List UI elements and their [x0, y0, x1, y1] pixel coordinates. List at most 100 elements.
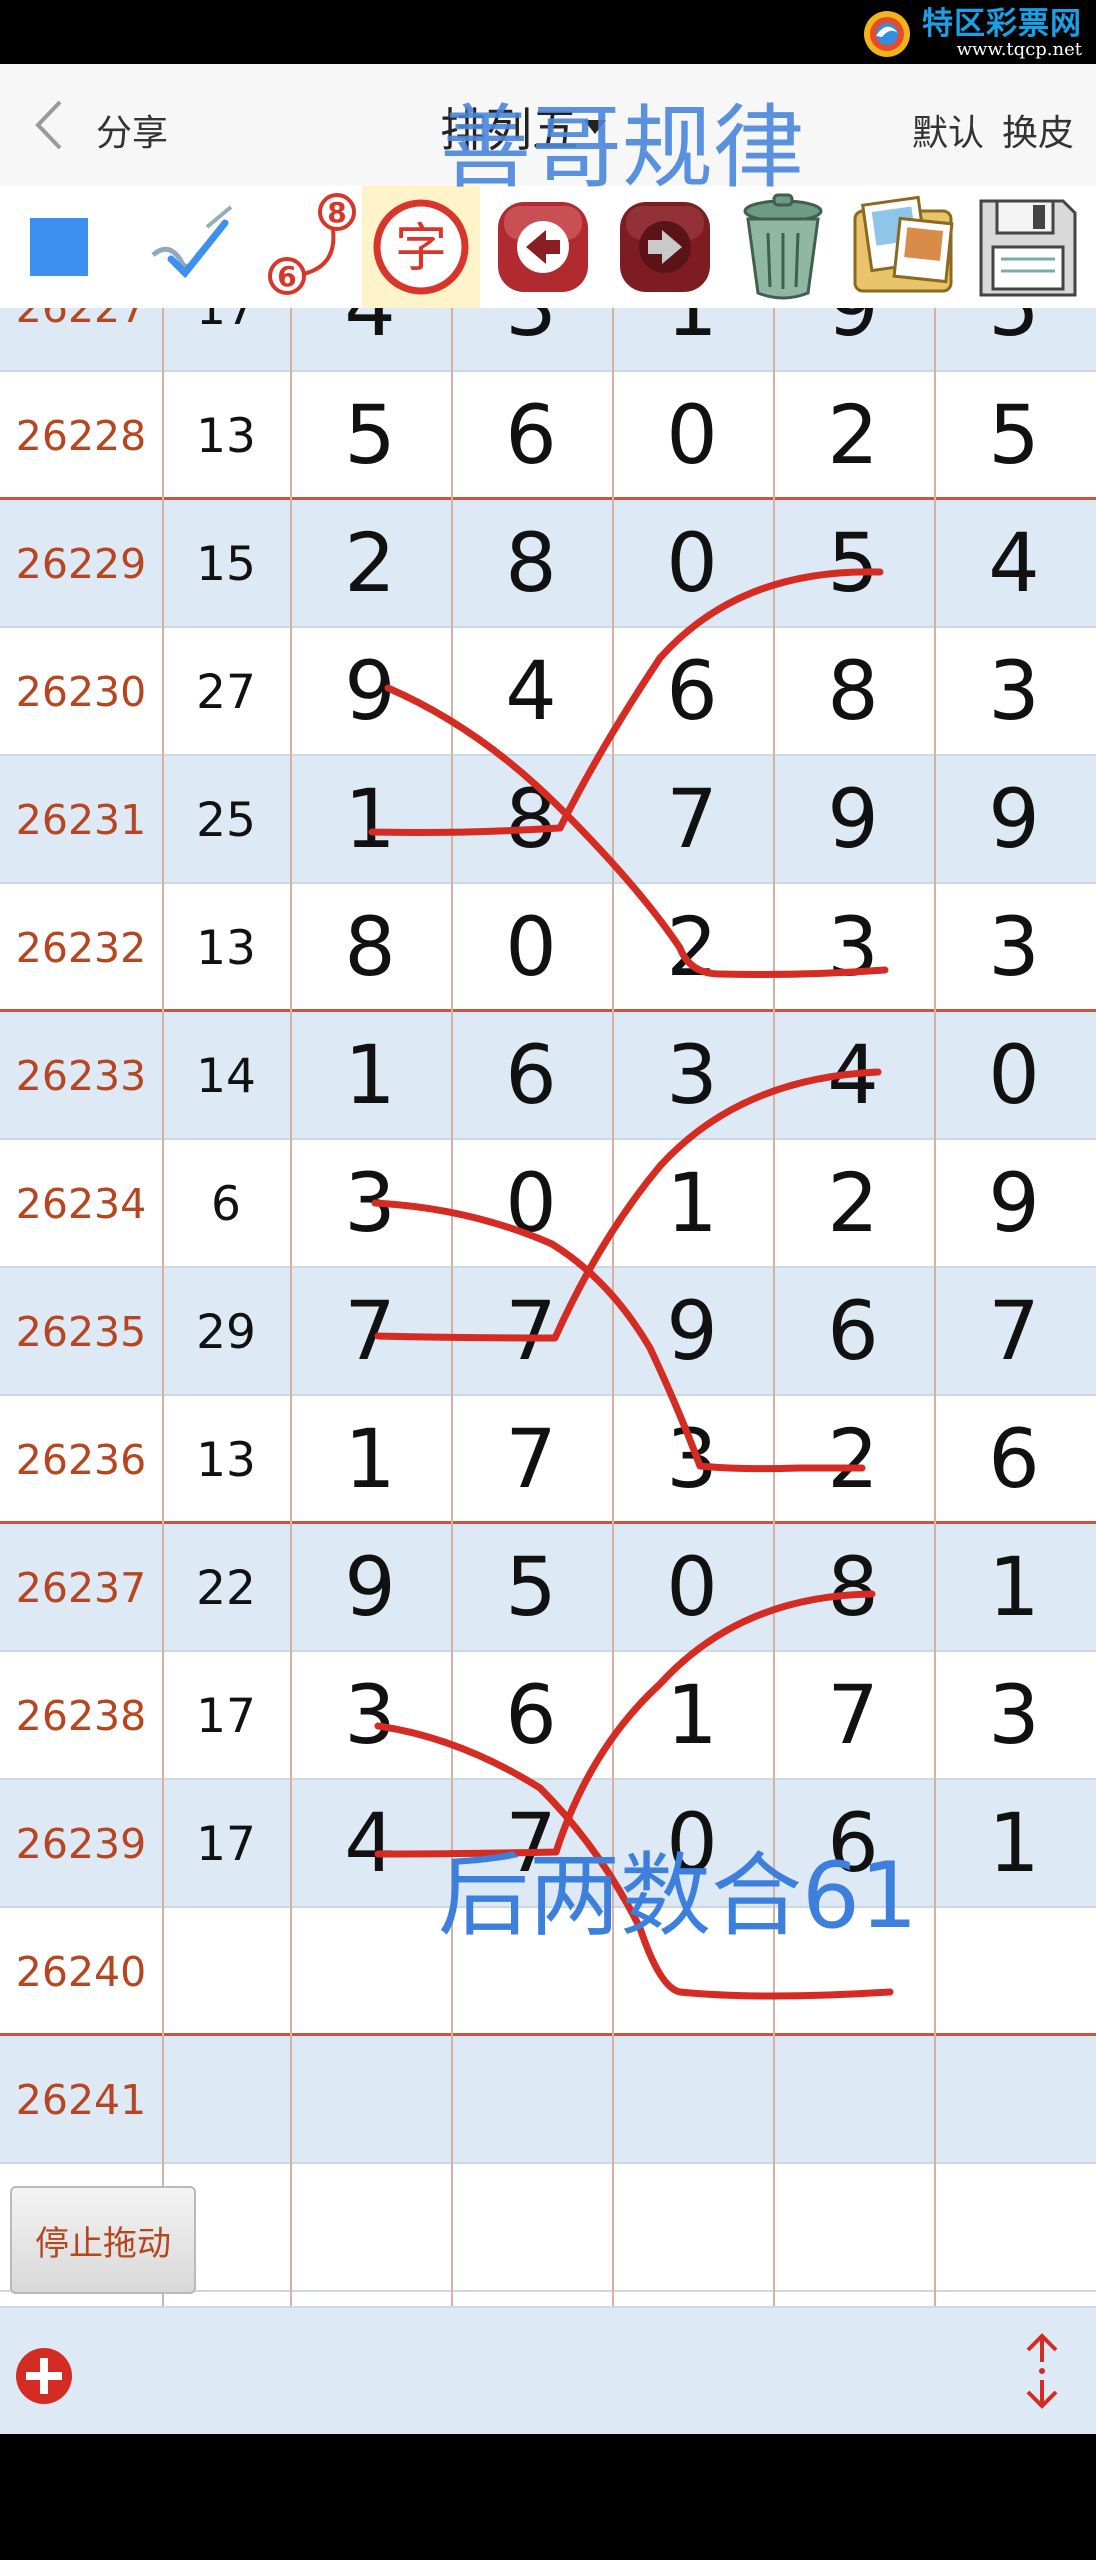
digit-cell[interactable]: [290, 1908, 450, 2036]
digit-cell[interactable]: 1: [290, 1396, 450, 1524]
digit-cell[interactable]: 0: [612, 500, 772, 628]
digit-cell[interactable]: 3: [934, 884, 1094, 1012]
table-row[interactable]: 26233 14 1 6 3 4 0: [0, 1012, 1096, 1140]
table-row[interactable]: 26229 15 2 8 0 5 4: [0, 500, 1096, 628]
digit-cell[interactable]: 2: [773, 1396, 933, 1524]
table-row[interactable]: 26231 25 1 8 7 9 9: [0, 756, 1096, 884]
table-row[interactable]: 26241: [0, 2036, 1096, 2164]
pen-tool-button[interactable]: [132, 186, 250, 308]
digit-cell[interactable]: 9: [290, 628, 450, 756]
digit-cell[interactable]: 4: [934, 500, 1094, 628]
digit-cell[interactable]: 6: [451, 1012, 611, 1140]
digit-cell[interactable]: 0: [451, 884, 611, 1012]
digit-cell[interactable]: 9: [934, 756, 1094, 884]
table-row[interactable]: 26236 13 1 7 3 2 6: [0, 1396, 1096, 1525]
digit-cell[interactable]: 5: [290, 372, 450, 500]
digit-cell[interactable]: 9: [773, 308, 933, 372]
table-row[interactable]: 26235 29 7 7 9 6 7: [0, 1268, 1096, 1396]
digit-cell[interactable]: 9: [290, 1524, 450, 1652]
back-chevron-icon[interactable]: [30, 98, 70, 152]
digit-cell[interactable]: 3: [934, 1652, 1094, 1780]
digit-cell[interactable]: 4: [290, 308, 450, 372]
change-skin-button[interactable]: 换皮: [1002, 104, 1074, 156]
color-picker-button[interactable]: [0, 186, 118, 308]
digit-cell[interactable]: 3: [451, 308, 611, 372]
digit-cell[interactable]: 2: [773, 1140, 933, 1268]
digit-cell[interactable]: 5: [451, 1524, 611, 1652]
digit-cell[interactable]: 6: [612, 628, 772, 756]
digit-cell[interactable]: 1: [290, 756, 450, 884]
digit-cell[interactable]: 3: [290, 1652, 450, 1780]
digit-cell[interactable]: 9: [934, 1140, 1094, 1268]
digit-cell[interactable]: 0: [612, 1524, 772, 1652]
digit-cell[interactable]: [451, 2036, 611, 2164]
digit-cell[interactable]: 3: [934, 628, 1094, 756]
swap-vertical-icon[interactable]: [1016, 2328, 1068, 2414]
digit-cell[interactable]: 1: [934, 1524, 1094, 1652]
digit-cell[interactable]: 1: [612, 308, 772, 372]
digit-cell[interactable]: [773, 2036, 933, 2164]
digit-cell[interactable]: 2: [612, 884, 772, 1012]
digit-cell[interactable]: 1: [612, 1140, 772, 1268]
digit-cell[interactable]: [612, 2036, 772, 2164]
digit-cell[interactable]: [773, 2164, 933, 2292]
digit-cell[interactable]: 6: [451, 372, 611, 500]
digit-cell[interactable]: 5: [934, 372, 1094, 500]
digit-cell[interactable]: 0: [612, 372, 772, 500]
digit-cell[interactable]: 0: [451, 1140, 611, 1268]
digit-cell[interactable]: 8: [451, 756, 611, 884]
digit-cell[interactable]: 3: [773, 884, 933, 1012]
digit-cell[interactable]: 8: [773, 628, 933, 756]
digit-cell[interactable]: 1: [290, 1012, 450, 1140]
digit-cell[interactable]: 3: [612, 1012, 772, 1140]
stop-drag-button[interactable]: 停止拖动: [10, 2186, 196, 2294]
digit-cell[interactable]: [934, 1908, 1094, 2036]
digit-cell[interactable]: 8: [290, 884, 450, 1012]
digit-cell[interactable]: 1: [934, 1780, 1094, 1908]
table-row[interactable]: 26227 17 4 3 1 9 5: [0, 308, 1096, 372]
digit-cell[interactable]: 4: [451, 628, 611, 756]
table-row[interactable]: 26232 13 8 0 2 3 3: [0, 884, 1096, 1013]
digit-cell[interactable]: 7: [934, 1268, 1094, 1396]
digit-cell[interactable]: 6: [773, 1268, 933, 1396]
digit-cell[interactable]: 3: [612, 1396, 772, 1524]
default-button[interactable]: 默认: [912, 104, 984, 156]
digit-cell[interactable]: 5: [934, 308, 1094, 372]
digit-cell[interactable]: 2: [773, 372, 933, 500]
digit-cell[interactable]: 7: [290, 1268, 450, 1396]
table-row[interactable]: 26234 6 3 0 1 2 9: [0, 1140, 1096, 1268]
digit-cell[interactable]: 8: [773, 1524, 933, 1652]
digit-cell[interactable]: 6: [934, 1396, 1094, 1524]
digit-cell[interactable]: [934, 2164, 1094, 2292]
digit-cell[interactable]: 2: [290, 500, 450, 628]
digit-cell[interactable]: 9: [612, 1268, 772, 1396]
save-button[interactable]: [968, 186, 1086, 308]
digit-cell[interactable]: 3: [290, 1140, 450, 1268]
table-row[interactable]: 26230 27 9 4 6 8 3: [0, 628, 1096, 756]
digit-cell[interactable]: 0: [934, 1012, 1094, 1140]
digit-cell[interactable]: 7: [451, 1268, 611, 1396]
lottery-grid[interactable]: 26227 17 4 3 1 9 5 26228 13 5 6 0 2 5 26229 15 2 8 0 5 4 2623…: [0, 308, 1096, 2306]
digit-cell[interactable]: 4: [773, 1012, 933, 1140]
digit-cell[interactable]: 7: [773, 1652, 933, 1780]
digit-cell[interactable]: 4: [290, 1780, 450, 1908]
digit-cell[interactable]: [290, 2036, 450, 2164]
table-row[interactable]: 26237 22 9 5 0 8 1: [0, 1524, 1096, 1652]
digit-cell[interactable]: 8: [451, 500, 611, 628]
table-row[interactable]: 26238 17 3 6 1 7 3: [0, 1652, 1096, 1780]
table-row[interactable]: 26228 13 5 6 0 2 5: [0, 372, 1096, 501]
digit-cell[interactable]: 7: [451, 1396, 611, 1524]
digit-cell[interactable]: 5: [773, 500, 933, 628]
digit-cell[interactable]: 6: [451, 1652, 611, 1780]
digit-cell[interactable]: [290, 2164, 450, 2292]
digit-cell[interactable]: [612, 2164, 772, 2292]
digit-cell[interactable]: [934, 2036, 1094, 2164]
share-button[interactable]: 分享: [96, 104, 168, 156]
digit-cell[interactable]: 9: [773, 756, 933, 884]
album-button[interactable]: [844, 186, 962, 308]
digit-cell[interactable]: 1: [612, 1652, 772, 1780]
link-numbers-button[interactable]: 6 8: [250, 186, 368, 308]
digit-cell[interactable]: 7: [612, 756, 772, 884]
add-circle-icon[interactable]: [14, 2346, 74, 2406]
digit-cell[interactable]: [451, 2164, 611, 2292]
